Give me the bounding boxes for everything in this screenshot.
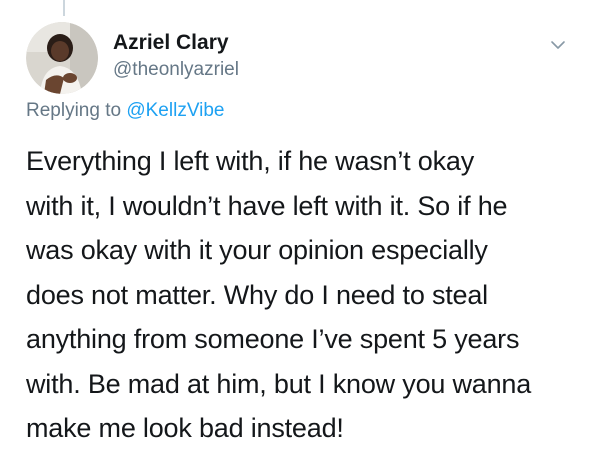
- tweet-text-line: does not matter. Why do I need to steal: [26, 279, 488, 310]
- display-name[interactable]: Azriel Clary: [113, 30, 239, 56]
- tweet-text-line: Everything I left with, if he wasn’t oka…: [26, 146, 475, 176]
- avatar[interactable]: [26, 22, 98, 94]
- tweet-text-line: was okay with it your opinion especially: [26, 235, 488, 265]
- tweet-text-line: make me look bad instead!: [26, 413, 344, 443]
- tweet-header: Azriel Clary @theonlyazriel: [113, 30, 239, 83]
- thread-connector-line: [63, 0, 65, 16]
- user-handle[interactable]: @theonlyazriel: [113, 57, 239, 83]
- reply-mention-link[interactable]: @KellzVibe: [126, 100, 224, 121]
- tweet-menu-button[interactable]: [547, 34, 569, 56]
- tweet-text-line: with. Be mad at him, but I know you wann…: [26, 368, 532, 399]
- replying-to-prefix: Replying to: [26, 100, 127, 121]
- user-avatar-icon: [26, 22, 98, 94]
- chevron-down-icon: [551, 41, 565, 49]
- tweet-body: Everything I left with, if he wasn’t oka…: [26, 139, 586, 451]
- tweet-text-line: with it, I wouldn’t have left with it. S…: [26, 190, 508, 221]
- tweet-text-line: anything from someone I’ve spent 5 years: [26, 324, 520, 354]
- replying-to: Replying to @KellzVibe: [26, 98, 225, 124]
